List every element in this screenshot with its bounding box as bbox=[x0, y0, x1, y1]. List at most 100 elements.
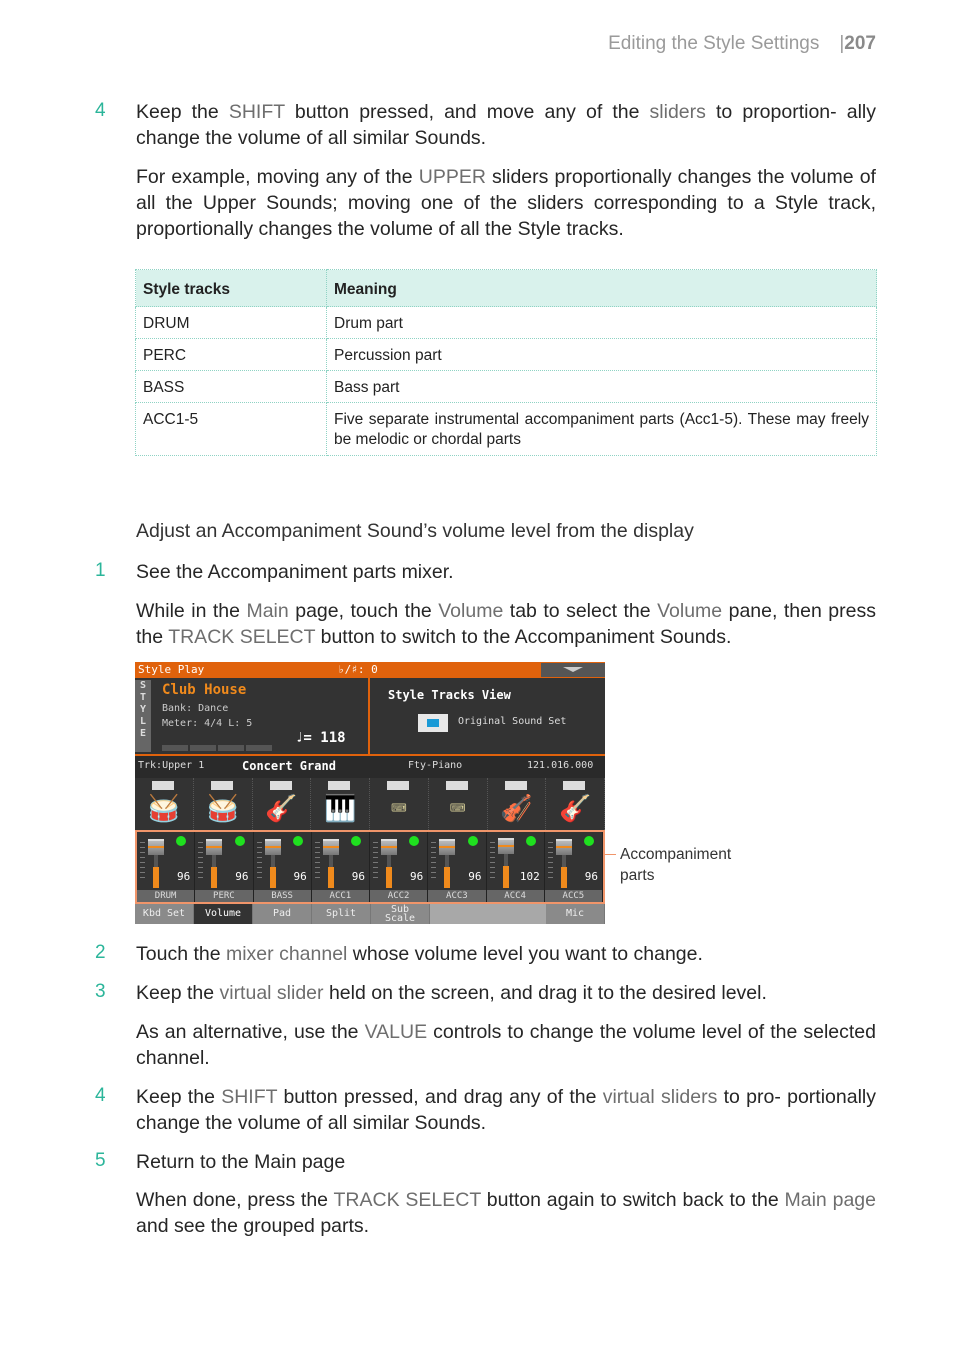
original-sound-set-checkbox[interactable] bbox=[418, 714, 448, 732]
style-info-area[interactable]: S T Y L E Club House Bank: Dance Meter: … bbox=[135, 678, 370, 754]
sound-id: 121.016.000 bbox=[527, 760, 594, 771]
instrument-cell[interactable]: 🎸 bbox=[546, 778, 605, 830]
transpose-readout: ♭/♯: 0 bbox=[338, 663, 378, 676]
step-text: Keep the SHIFT button pressed, and drag … bbox=[136, 1084, 876, 1136]
play-mute-icon[interactable] bbox=[328, 781, 351, 790]
scale-ticks bbox=[547, 842, 553, 882]
mixer-channel[interactable]: 96 ACC1 bbox=[311, 832, 370, 902]
letter: E bbox=[139, 728, 147, 739]
sound-category: Fty-Piano bbox=[408, 760, 463, 771]
activity-led bbox=[234, 836, 245, 846]
slider-handle[interactable] bbox=[148, 839, 164, 855]
slider-handle[interactable] bbox=[206, 839, 223, 855]
instrument-cell[interactable]: 🎻 bbox=[488, 778, 547, 830]
text: tab to select the bbox=[503, 600, 658, 622]
style-play-screenshot: Style Play ♭/♯: 0 S T Y L E Club House B… bbox=[135, 662, 605, 924]
letter: Y bbox=[139, 704, 147, 715]
instrument-cell[interactable]: 🥁 bbox=[135, 778, 194, 830]
slider-handle[interactable] bbox=[497, 838, 514, 854]
example-paragraph: For example, moving any of the UPPER sli… bbox=[136, 164, 876, 242]
slider-handle[interactable] bbox=[322, 839, 339, 855]
keyboard-icon: ⌨ bbox=[391, 794, 407, 824]
mixer-channel[interactable]: 96 ACC5 bbox=[544, 832, 603, 902]
channel-name: PERC bbox=[195, 890, 253, 902]
tab-sub-scale[interactable]: Sub Scale bbox=[371, 904, 430, 924]
instrument-cell[interactable]: ⌨ bbox=[370, 778, 429, 830]
text: button to switch to the Accompaniment So… bbox=[315, 626, 732, 648]
play-mute-icon[interactable] bbox=[210, 781, 233, 790]
activity-led bbox=[351, 836, 361, 846]
mixer-channel[interactable]: 96 DRUM bbox=[137, 832, 196, 902]
page-menu-button[interactable] bbox=[541, 663, 605, 677]
tempo-readout: ♩= 118 bbox=[295, 730, 346, 746]
play-mute-icon[interactable] bbox=[563, 781, 586, 790]
cell: Bass part bbox=[326, 370, 877, 403]
volume-value: 96 bbox=[584, 870, 598, 883]
channel-name: BASS bbox=[253, 890, 311, 902]
activity-led bbox=[409, 836, 420, 846]
style-vertical-label: S T Y L E bbox=[135, 680, 151, 752]
step-detail: As an alternative, use the VALUE control… bbox=[136, 1019, 876, 1071]
slider-handle[interactable] bbox=[439, 839, 456, 855]
cell: ACC1-5 bbox=[135, 402, 327, 456]
play-mute-icon[interactable] bbox=[504, 781, 527, 790]
instrument-cell[interactable]: 🎸 bbox=[253, 778, 312, 830]
scale-ticks bbox=[489, 842, 495, 882]
tab-pad[interactable]: Pad bbox=[253, 904, 312, 924]
tab-volume[interactable]: Volume bbox=[194, 904, 253, 924]
drum-kit-icon: 🥁 bbox=[147, 794, 181, 824]
scale-ticks bbox=[373, 842, 378, 882]
main-term: Main bbox=[246, 600, 289, 622]
slider-handle[interactable] bbox=[264, 839, 281, 855]
tab-split[interactable]: Split bbox=[312, 904, 371, 924]
main-page-term: Main page bbox=[784, 1189, 876, 1211]
activity-led bbox=[176, 836, 187, 846]
mixer-channel[interactable]: 96 ACC2 bbox=[370, 832, 429, 902]
step-text: Keep the SHIFT button pressed, and move … bbox=[136, 99, 876, 151]
text: page, touch the bbox=[288, 600, 439, 622]
slider-handle[interactable] bbox=[555, 839, 572, 855]
track-info-bar[interactable]: Trk:Upper 1 Concert Grand Fty-Piano 121.… bbox=[135, 754, 605, 778]
page-number: 207 bbox=[844, 33, 876, 54]
sound-name: Concert Grand bbox=[242, 759, 336, 773]
step-text: Return to the Main page bbox=[136, 1151, 346, 1173]
play-mute-icon[interactable] bbox=[152, 781, 174, 790]
instrument-cell[interactable]: ⌨ bbox=[429, 778, 488, 830]
level-fill bbox=[560, 867, 567, 888]
track-label: Trk:Upper 1 bbox=[138, 760, 205, 771]
level-fill bbox=[327, 867, 334, 888]
step-detail: When done, press the TRACK SELECT button… bbox=[136, 1187, 876, 1239]
mixer-channel[interactable]: 102 ACC4 bbox=[486, 832, 545, 902]
slider-handle[interactable] bbox=[381, 839, 397, 855]
step-number: 4 bbox=[95, 1085, 106, 1106]
mixer-channel-term: mixer channel bbox=[225, 943, 348, 965]
instrument-cell[interactable]: 🥁 bbox=[194, 778, 253, 830]
scale-ticks bbox=[198, 842, 204, 882]
callout-text: Accompaniment bbox=[620, 846, 732, 863]
step-text: Touch the mixer channel whose volume lev… bbox=[136, 941, 876, 967]
scale-ticks bbox=[314, 842, 320, 882]
electric-bass-icon: 🎸 bbox=[265, 794, 298, 824]
style-name: Club House bbox=[162, 682, 247, 698]
play-mute-icon[interactable] bbox=[269, 781, 292, 790]
tab-empty bbox=[430, 904, 546, 924]
column-header: Meaning bbox=[326, 269, 877, 307]
text: button pressed, and drag any of the bbox=[277, 1086, 603, 1108]
instrument-cell[interactable]: 🎹 bbox=[311, 778, 370, 830]
instrument-icons-row: 🥁 🥁 🎸 🎹 ⌨ ⌨ 🎻 🎸 bbox=[135, 778, 605, 830]
tab-kbd-set[interactable]: Kbd Set bbox=[135, 904, 194, 924]
tab-mic[interactable]: Mic bbox=[546, 904, 605, 924]
sliders-term: sliders bbox=[649, 101, 706, 123]
mixer-channel[interactable]: 96 BASS bbox=[253, 832, 312, 902]
track-select-term: TRACK SELECT bbox=[168, 626, 316, 648]
cell: Five separate instrumental accompaniment… bbox=[326, 402, 877, 456]
cell: BASS bbox=[135, 370, 327, 403]
play-mute-icon[interactable] bbox=[445, 781, 468, 790]
letter: S bbox=[139, 680, 147, 691]
play-mute-icon[interactable] bbox=[387, 781, 409, 790]
text: Touch the bbox=[136, 943, 226, 965]
mixer-channel[interactable]: 96 ACC3 bbox=[428, 832, 487, 902]
volume-value: 96 bbox=[351, 870, 365, 883]
table-header-row: Style tracks Meaning bbox=[135, 269, 877, 307]
mixer-channel[interactable]: 96 PERC bbox=[195, 832, 254, 902]
